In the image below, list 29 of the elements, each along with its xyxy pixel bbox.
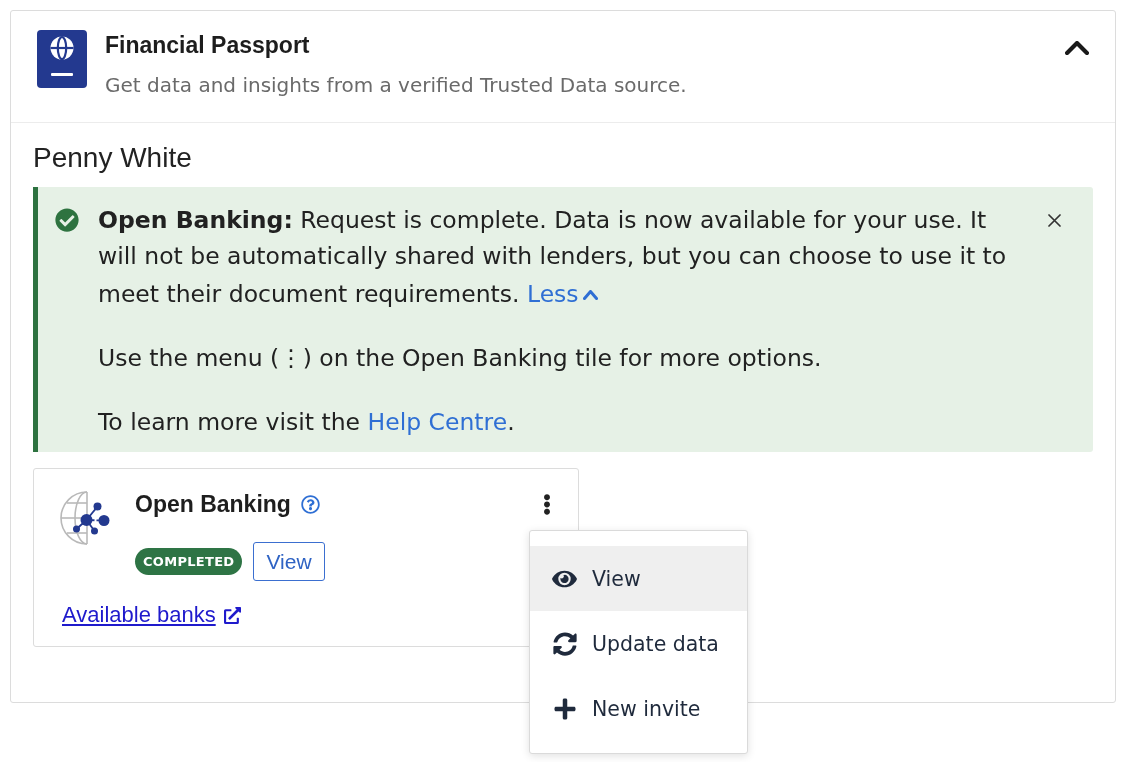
help-icon[interactable] — [300, 494, 320, 514]
plus-icon — [553, 696, 576, 721]
vertical-dots-icon — [543, 493, 551, 515]
tile-title: Open Banking — [135, 490, 291, 518]
menu-item-label: Update data — [592, 631, 719, 656]
globe-network-icon — [57, 490, 110, 545]
passport-icon — [37, 30, 87, 88]
menu-item[interactable]: Update data — [530, 611, 747, 676]
alert-detail: Use the menu (⋮) on the Open Banking tile for more options. — [98, 343, 823, 374]
caret-up-icon — [582, 290, 598, 300]
menu-item[interactable]: View — [530, 546, 747, 611]
menu-item[interactable]: New invite — [530, 676, 747, 741]
panel-subtitle: Get data and insights from a verified Trusted Data source. — [105, 72, 687, 98]
external-link-icon — [223, 606, 241, 624]
client-name: Penny White — [33, 142, 192, 174]
close-icon — [1048, 214, 1061, 227]
less-link[interactable]: Less — [526, 280, 598, 308]
panel-title: Financial Passport — [105, 31, 310, 59]
alert-message: Open Banking: Request is complete. Data is now available for your use. It will not be automatically shared with lenders, but you can choose to use it to meet their document requirements. Less — [98, 205, 1008, 310]
alert-detail: To learn more visit the Help Centre. — [98, 407, 516, 438]
status-badge: COMPLETED — [135, 548, 243, 575]
refresh-icon — [552, 631, 577, 656]
close-button[interactable] — [1045, 211, 1064, 230]
available-banks-link[interactable]: Available banks — [62, 601, 216, 629]
view-button[interactable]: View — [253, 542, 325, 581]
chevron-up-icon — [1065, 41, 1089, 55]
menu-item-label: View — [592, 566, 641, 591]
menu-item-label: New invite — [592, 696, 701, 721]
help-centre-link[interactable]: Help Centre — [367, 408, 508, 436]
